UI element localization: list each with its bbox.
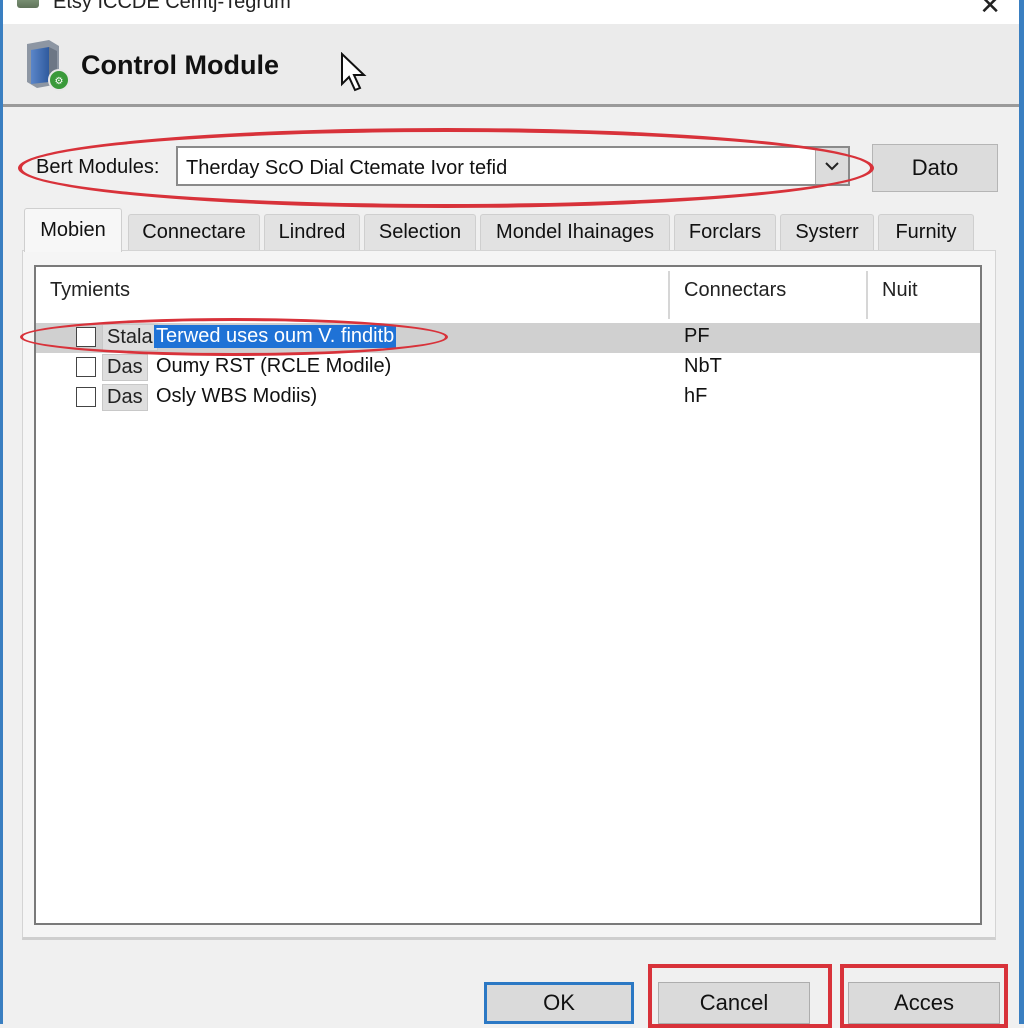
row-checkbox[interactable]: [76, 387, 96, 407]
tab-systerr[interactable]: Systerr: [780, 214, 874, 250]
svg-text:⚙: ⚙: [55, 76, 64, 87]
row-checkbox[interactable]: [76, 357, 96, 377]
row-checkbox[interactable]: [76, 327, 96, 347]
row-connector: PF: [684, 325, 710, 347]
ok-button[interactable]: OK: [484, 982, 634, 1024]
list-row[interactable]: Stala Terwed uses oum V. finditb PF: [36, 323, 980, 353]
row-name: Oumy RST (RCLE Modile): [156, 355, 392, 377]
cancel-button[interactable]: Cancel: [658, 982, 810, 1024]
window-border-left: [0, 0, 3, 1024]
tab-strip: Mobien Connectare Lindred Selection Mond…: [24, 208, 984, 252]
list-header: Tymients Connectars Nuit: [36, 267, 980, 323]
row-connector: hF: [684, 385, 708, 407]
module-selector-value: Therday ScO Dial Ctemate Ivor tefid: [186, 157, 508, 179]
list-row[interactable]: Das Oumy RST (RCLE Modile) NbT: [36, 353, 980, 383]
row-name: Osly WBS Modiis): [156, 385, 318, 407]
title-bar: Etsy ICCDE Cemtj-Tegrum ✕: [3, 0, 1019, 24]
server-module-icon: ⚙: [27, 40, 70, 91]
module-selector-combobox[interactable]: Therday ScO Dial Ctemate Ivor tefid: [176, 146, 850, 186]
page-title: Control Module: [81, 50, 279, 80]
module-list[interactable]: Tymients Connectars Nuit Stala Terwed us…: [34, 265, 982, 925]
tab-mobien[interactable]: Mobien: [24, 208, 122, 252]
tab-mondel-ihainages[interactable]: Mondel Ihainages: [480, 214, 670, 250]
tab-lindred[interactable]: Lindred: [264, 214, 360, 250]
window-border-right: [1019, 0, 1024, 1024]
row-tag: Das: [102, 384, 148, 411]
row-tag: Stala: [102, 324, 158, 351]
column-separator[interactable]: [866, 271, 868, 319]
tab-selection[interactable]: Selection: [364, 214, 476, 250]
row-connector: NbT: [684, 355, 722, 377]
module-selector-label: Bert Modules:: [36, 156, 160, 178]
dialog-header: ⚙ Control Module: [3, 24, 1019, 107]
tab-forclars[interactable]: Forclars: [674, 214, 776, 250]
acces-button[interactable]: Acces: [848, 982, 1000, 1024]
window-title: Etsy ICCDE Cemtj-Tegrum: [53, 0, 291, 13]
row-name: Terwed uses oum V. finditb: [154, 325, 397, 348]
tab-connectare[interactable]: Connectare: [128, 214, 260, 250]
list-row[interactable]: Das Osly WBS Modiis) hF: [36, 383, 980, 413]
column-separator[interactable]: [668, 271, 670, 319]
app-icon: [17, 0, 39, 8]
row-tag: Das: [102, 354, 148, 381]
close-icon[interactable]: ✕: [979, 0, 1001, 21]
column-header-nuit[interactable]: Nuit: [882, 279, 918, 302]
mouse-cursor-icon: [341, 52, 367, 92]
column-header-tymients[interactable]: Tymients: [50, 279, 130, 302]
column-header-connectars[interactable]: Connectars: [684, 279, 786, 302]
chevron-down-icon[interactable]: [815, 148, 848, 184]
tab-furnity[interactable]: Furnity: [878, 214, 974, 250]
dato-button[interactable]: Dato: [872, 144, 998, 192]
